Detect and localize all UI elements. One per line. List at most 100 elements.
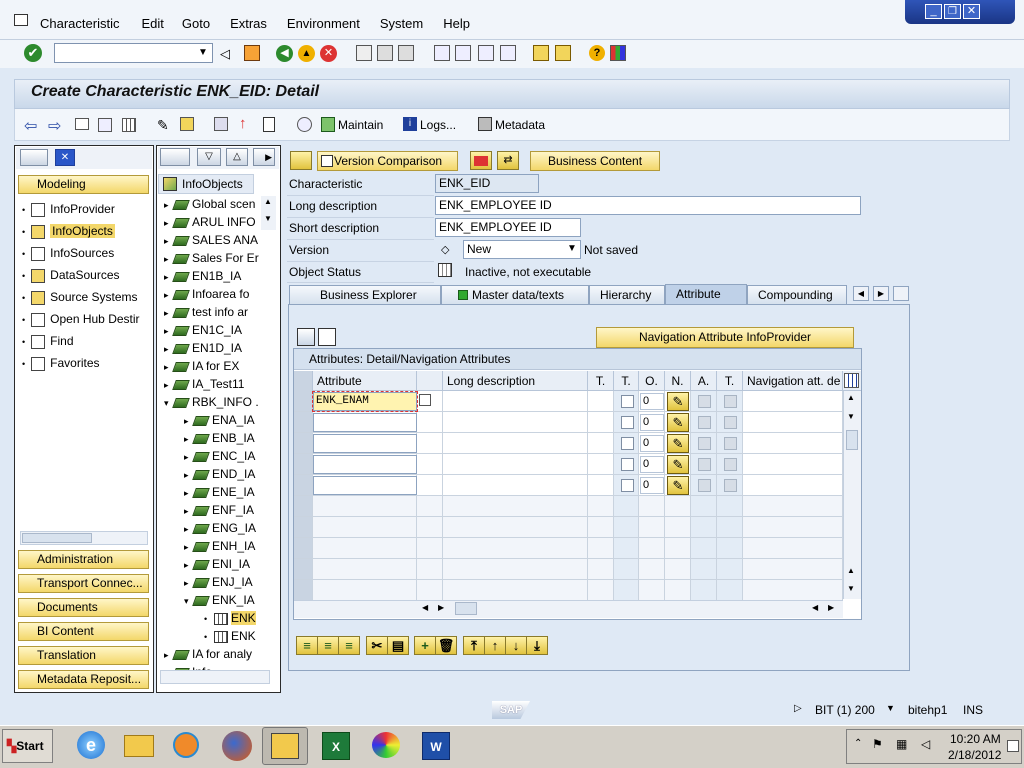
- tree-node[interactable]: ▸ ENA_IA: [184, 411, 260, 429]
- maintain-button[interactable]: Maintain: [338, 118, 383, 132]
- show-desktop-button[interactable]: [1007, 740, 1019, 752]
- append-row-icon[interactable]: ≡: [317, 636, 339, 655]
- media-player-icon[interactable]: [163, 727, 209, 765]
- row-selector[interactable]: [294, 496, 313, 517]
- left-nav-button[interactable]: BI Content: [18, 622, 149, 641]
- grid-hscroll[interactable]: [294, 600, 843, 618]
- tree-hscroll[interactable]: [160, 670, 270, 684]
- col-t1[interactable]: T.: [588, 371, 614, 391]
- tree-more-icon[interactable]: ▶: [253, 148, 275, 166]
- left-nav-item[interactable]: • Source Systems: [22, 287, 150, 307]
- left-nav-item[interactable]: • DataSources: [22, 265, 150, 285]
- left-nav-button[interactable]: Administration: [18, 550, 149, 569]
- tab-list-icon[interactable]: [893, 286, 909, 301]
- collapse-tree-icon[interactable]: △: [226, 148, 248, 166]
- col-long-description[interactable]: Long description: [443, 371, 588, 391]
- tree-node[interactable]: • ENK: [204, 609, 260, 627]
- tab-hierarchy[interactable]: Hierarchy: [589, 285, 665, 304]
- back-arrow-icon[interactable]: ⇦: [24, 116, 37, 136]
- tree-node[interactable]: ▾ RBK_INFO .: [164, 393, 260, 411]
- next-entry-icon[interactable]: ↓: [505, 636, 527, 655]
- select-block-icon[interactable]: ≡: [338, 636, 360, 655]
- tree-node[interactable]: ▸ ENC_IA: [184, 447, 260, 465]
- menu-item-environment[interactable]: Environment: [287, 16, 360, 32]
- grid-hscroll-left-icon[interactable]: ◀: [422, 603, 428, 612]
- refresh-tree-icon[interactable]: [160, 148, 190, 166]
- tab-prev-icon[interactable]: ◀: [853, 286, 869, 301]
- tree-node[interactable]: ▸ SALES ANA: [164, 231, 260, 249]
- tree-node[interactable]: • ENK: [204, 627, 260, 645]
- left-nav-item[interactable]: • InfoObjects: [22, 221, 150, 241]
- modeling-button[interactable]: Modeling: [18, 175, 149, 194]
- attribute-input[interactable]: [313, 434, 417, 453]
- row-selector[interactable]: [294, 391, 313, 412]
- command-field[interactable]: [54, 43, 213, 63]
- sap-menu-icon[interactable]: [14, 14, 28, 26]
- forward-arrow-icon[interactable]: ⇨: [48, 116, 61, 136]
- restore-button[interactable]: ❐: [944, 4, 961, 19]
- other-object-icon[interactable]: [180, 117, 194, 131]
- navigation-toggle-icon[interactable]: ✎: [667, 455, 689, 474]
- expand-toggle-icon[interactable]: ▸: [164, 232, 174, 249]
- tree-scroll-up-icon[interactable]: ▲: [264, 197, 272, 206]
- tree-node[interactable]: ▸ test info ar: [164, 303, 260, 321]
- expand-toggle-icon[interactable]: ▸: [184, 538, 194, 555]
- grid-scroll-top-icon[interactable]: ▲: [847, 393, 855, 402]
- col-attribute[interactable]: Attribute: [313, 371, 417, 391]
- status-expand-icon[interactable]: ▷: [794, 703, 802, 714]
- find-icon[interactable]: [377, 45, 393, 61]
- back-icon[interactable]: ◀: [276, 45, 293, 62]
- navigation-toggle-icon[interactable]: ✎: [667, 434, 689, 453]
- insert-row-icon[interactable]: ≡: [296, 636, 318, 655]
- type-checkbox[interactable]: [621, 437, 634, 450]
- left-nav-item[interactable]: • Find: [22, 331, 150, 351]
- left-nav-button[interactable]: Metadata Reposit...: [18, 670, 149, 689]
- grid-scroll-down-icon[interactable]: ▼: [847, 412, 855, 421]
- expand-toggle-icon[interactable]: •: [204, 610, 214, 627]
- column-settings-icon[interactable]: [844, 373, 859, 388]
- tree-node[interactable]: ▸ ENJ_IA: [184, 573, 260, 591]
- previous-page-icon[interactable]: [455, 45, 471, 61]
- hide-panel-icon[interactable]: [20, 149, 48, 166]
- expand-toggle-icon[interactable]: ▸: [164, 268, 174, 285]
- value-help-icon[interactable]: [419, 394, 431, 406]
- tree-node[interactable]: ▸ EN1C_IA: [164, 321, 260, 339]
- file-explorer-icon[interactable]: [116, 727, 162, 765]
- order-input[interactable]: 0: [640, 393, 664, 410]
- attribute-input[interactable]: [313, 476, 417, 495]
- row-selector[interactable]: [294, 412, 313, 433]
- expand-toggle-icon[interactable]: ▸: [184, 484, 194, 501]
- left-nav-item[interactable]: • Favorites: [22, 353, 150, 373]
- tree-node[interactable]: ▸ IA for EX: [164, 357, 260, 375]
- short-description-field[interactable]: ENK_EMPLOYEE ID: [435, 218, 581, 237]
- menu-item-characteristic[interactable]: Characteristic: [40, 16, 119, 32]
- expand-toggle-icon[interactable]: ▸: [184, 448, 194, 465]
- paint-icon[interactable]: [363, 727, 409, 765]
- expand-toggle-icon[interactable]: ▸: [164, 358, 174, 375]
- type-checkbox[interactable]: [621, 458, 634, 471]
- expand-toggle-icon[interactable]: ▾: [164, 394, 174, 411]
- clock-date[interactable]: 2/18/2012: [948, 748, 1001, 762]
- row-selector[interactable]: [294, 517, 313, 538]
- insert-icon[interactable]: +: [414, 636, 436, 655]
- expand-toggle-icon[interactable]: ▸: [164, 304, 174, 321]
- expand-toggle-icon[interactable]: ▸: [164, 214, 174, 231]
- grid-scroll-thumb[interactable]: [846, 430, 858, 450]
- logs-icon[interactable]: i: [403, 117, 417, 131]
- type-checkbox[interactable]: [621, 395, 634, 408]
- excel-icon[interactable]: X: [313, 727, 359, 765]
- cut-icon[interactable]: ✂: [366, 636, 388, 655]
- expand-toggle-icon[interactable]: ▸: [184, 502, 194, 519]
- tree-node[interactable]: ▸ EN1D_IA: [164, 339, 260, 357]
- expand-tree-icon[interactable]: ▽: [197, 148, 221, 166]
- metadata-button[interactable]: Metadata: [495, 118, 545, 132]
- navigation-toggle-icon[interactable]: ✎: [667, 413, 689, 432]
- expand-toggle-icon[interactable]: ▸: [164, 322, 174, 339]
- order-input[interactable]: 0: [640, 456, 664, 473]
- help-icon[interactable]: ?: [589, 45, 605, 61]
- last-page-icon[interactable]: [500, 45, 516, 61]
- grid-scroll-up-icon[interactable]: ▲: [847, 566, 855, 575]
- logs-button[interactable]: Logs...: [420, 118, 456, 132]
- network-icon[interactable]: ▦: [896, 737, 907, 751]
- metadata-icon[interactable]: [478, 117, 492, 131]
